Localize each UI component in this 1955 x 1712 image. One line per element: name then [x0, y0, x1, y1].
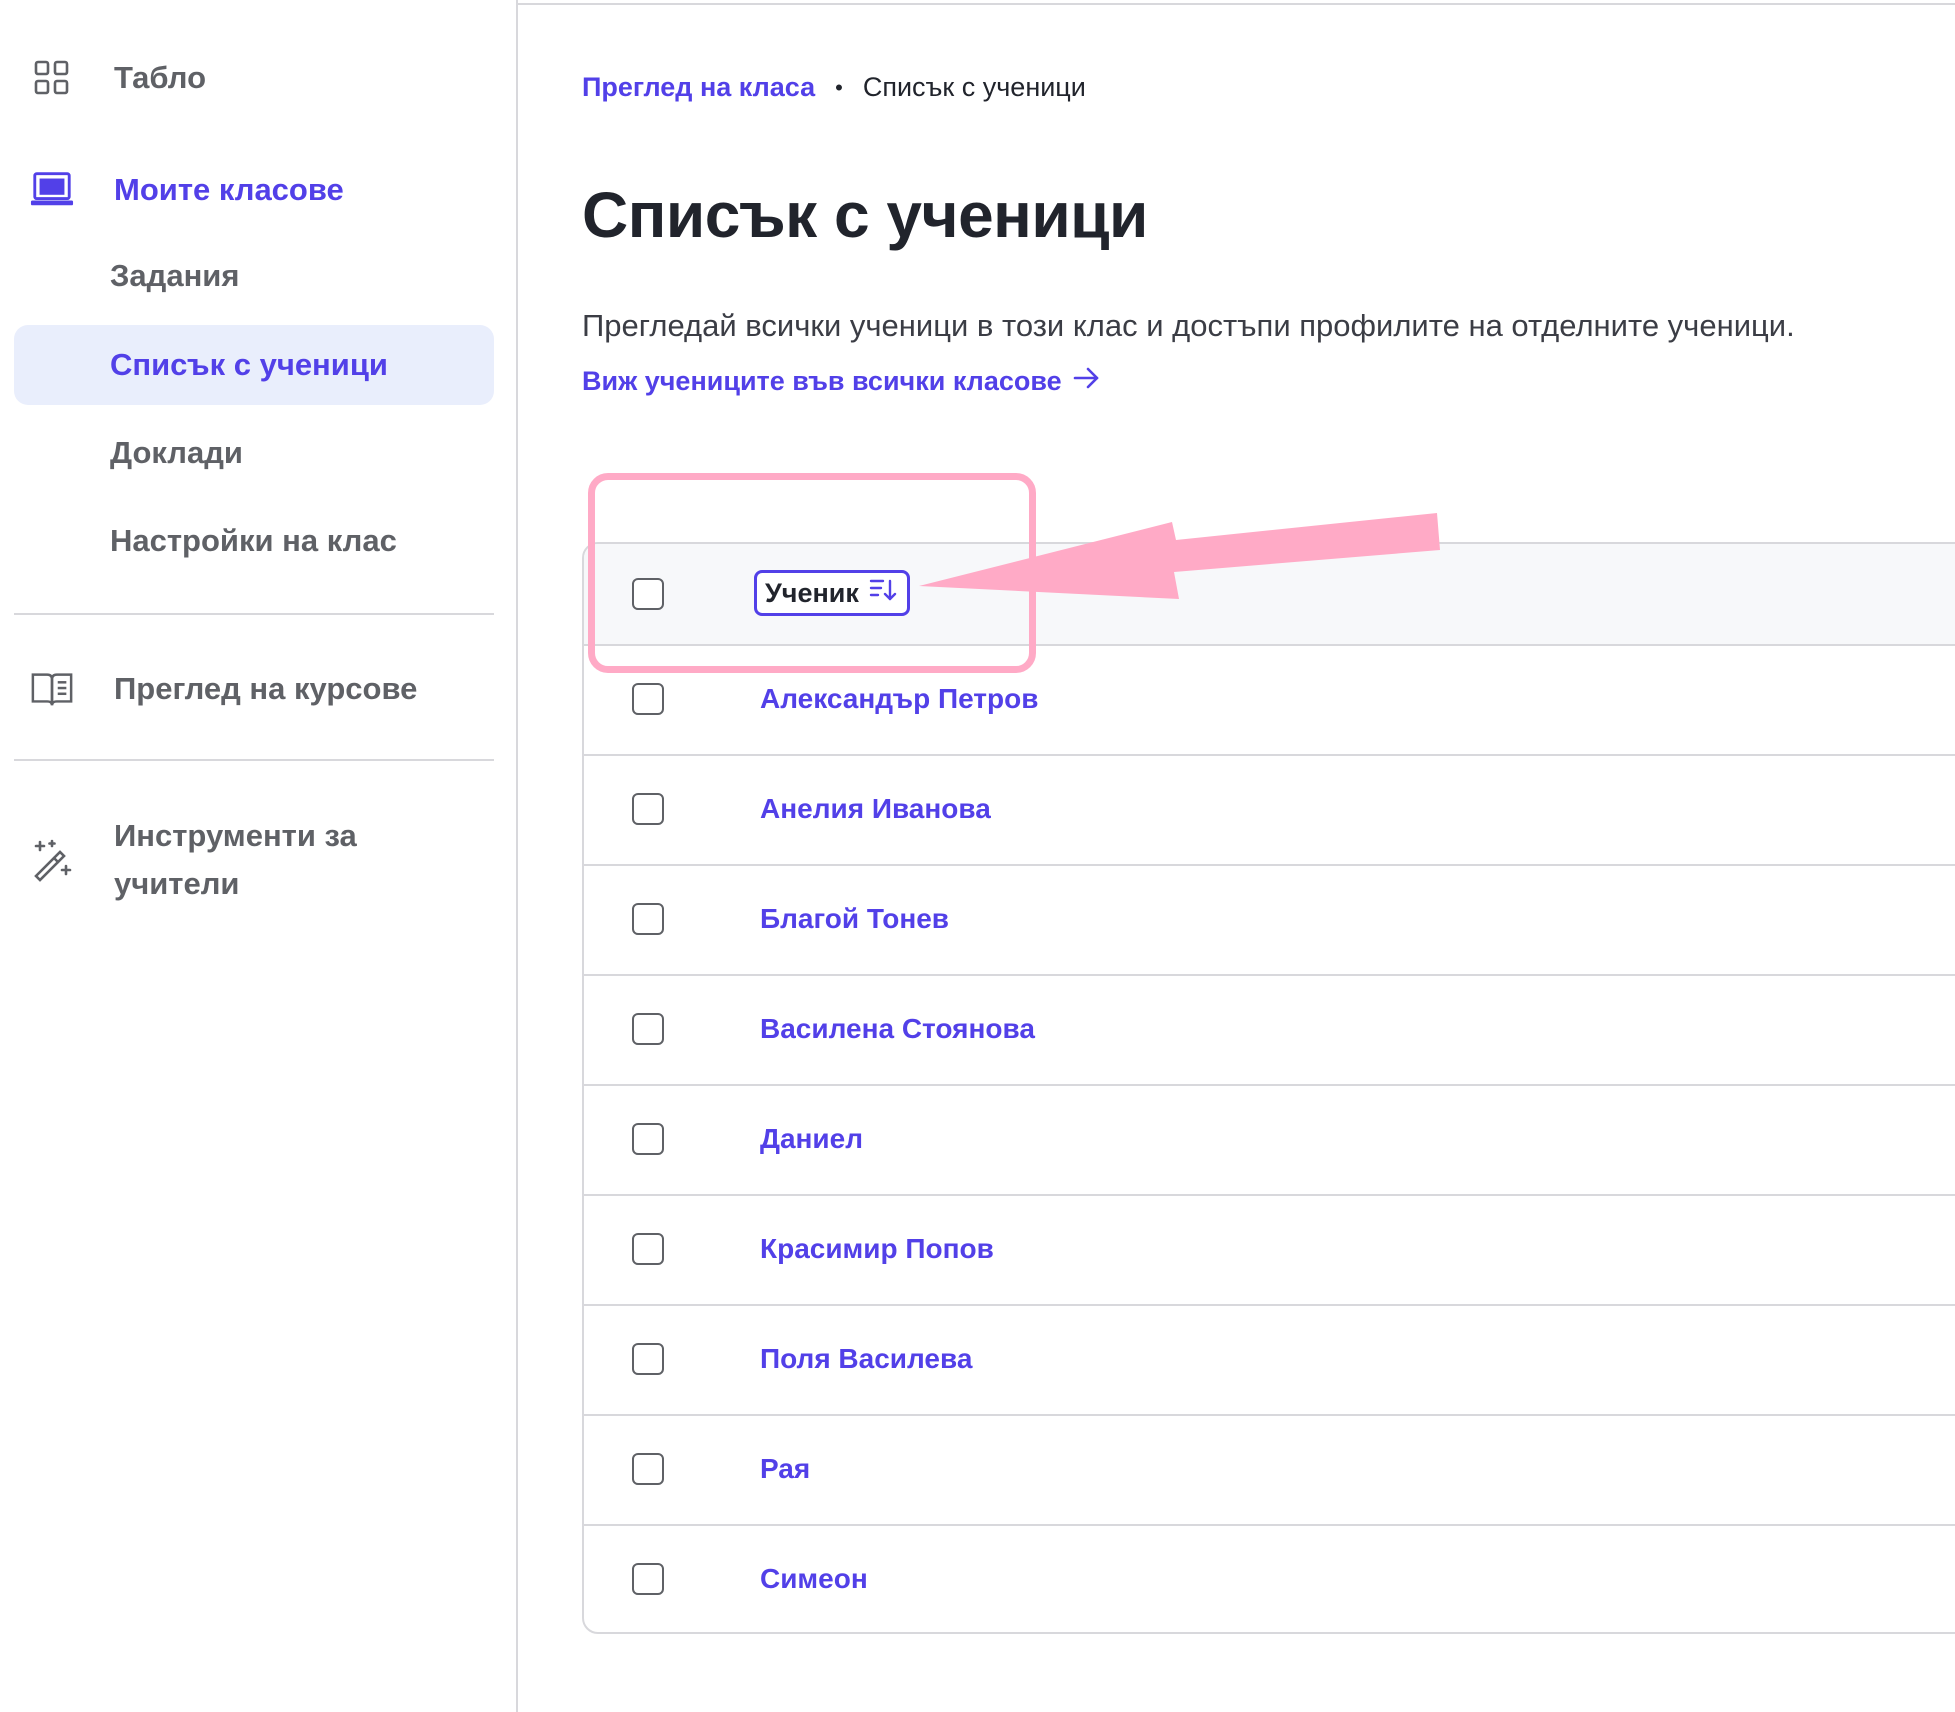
nav-teacher-tools-label-line2: учители: [114, 866, 240, 901]
arrow-right-icon: [1072, 365, 1102, 398]
row-checkbox[interactable]: [632, 793, 664, 825]
row-checkbox[interactable]: [632, 903, 664, 935]
row-checkbox[interactable]: [632, 1453, 664, 1485]
sort-by-student-button[interactable]: Ученик: [754, 570, 910, 616]
breadcrumb: Преглед на класа • Списък с ученици: [582, 72, 1086, 103]
student-column-header: Ученик: [765, 577, 859, 608]
row-checkbox[interactable]: [632, 1563, 664, 1595]
nav-my-classes[interactable]: Моите класове: [0, 168, 480, 212]
row-checkbox[interactable]: [632, 1343, 664, 1375]
row-checkbox[interactable]: [632, 1233, 664, 1265]
sidebar-item-label: Настройки на клас: [110, 523, 397, 558]
nav-dashboard-label: Табло: [114, 60, 207, 95]
row-checkbox[interactable]: [632, 1013, 664, 1045]
student-name-link[interactable]: Рая: [760, 1453, 810, 1485]
table-row: Рая: [584, 1414, 1955, 1526]
sidebar-item-label: Доклади: [110, 435, 243, 470]
table-row: Василена Стоянова: [584, 974, 1955, 1086]
row-checkbox[interactable]: [632, 683, 664, 715]
sidebar-item-reports[interactable]: Доклади: [14, 413, 494, 493]
table-header: Ученик: [584, 544, 1955, 646]
student-name-link[interactable]: Симеон: [760, 1563, 868, 1595]
book-icon: [30, 667, 74, 711]
view-all-classes-label: Виж учениците във всички класове: [582, 366, 1062, 396]
sidebar-item-class-settings[interactable]: Настройки на клас: [14, 501, 494, 581]
magic-wand-icon: [30, 838, 74, 882]
nav-my-classes-label: Моите класове: [114, 172, 344, 207]
student-name-link[interactable]: Благой Тонев: [760, 903, 949, 935]
student-name-link[interactable]: Анелия Иванова: [760, 793, 991, 825]
breadcrumb-current: Списък с ученици: [862, 72, 1086, 102]
table-row: Александър Петров: [584, 644, 1955, 756]
select-all-checkbox[interactable]: [632, 578, 664, 610]
nav-courses[interactable]: Преглед на курсове: [0, 667, 480, 711]
table-row: Даниел: [584, 1084, 1955, 1196]
nav-teacher-tools[interactable]: Инструменти за учители: [0, 812, 480, 908]
breadcrumb-class-overview-link[interactable]: Преглед на класа: [582, 72, 815, 103]
sidebar: Табло Моите класове Задания Списък с уче…: [0, 0, 518, 1712]
table-row: Симеон: [584, 1524, 1955, 1632]
sidebar-divider: [14, 759, 494, 761]
student-table: Ученик Александър Петров Анелия Иванова Бл…: [582, 542, 1955, 1634]
student-name-link[interactable]: Даниел: [760, 1123, 863, 1155]
sidebar-item-assignments[interactable]: Задания: [14, 236, 494, 316]
page-title: Списък с ученици: [582, 179, 1148, 251]
table-row: Благой Тонев: [584, 864, 1955, 976]
sidebar-item-label: Задания: [110, 258, 240, 293]
nav-teacher-tools-label-line1: Инструменти за: [114, 818, 357, 853]
student-name-link[interactable]: Красимир Попов: [760, 1233, 994, 1265]
nav-teacher-tools-label: Инструменти за учители: [114, 812, 357, 908]
breadcrumb-separator: •: [835, 74, 843, 100]
nav-dashboard[interactable]: Табло: [0, 56, 480, 100]
grid-icon: [30, 56, 74, 100]
sidebar-divider: [14, 613, 494, 615]
sidebar-item-student-list[interactable]: Списък с ученици: [14, 325, 494, 405]
table-row: Анелия Иванова: [584, 754, 1955, 866]
nav-courses-label: Преглед на курсове: [114, 671, 418, 706]
row-checkbox[interactable]: [632, 1123, 664, 1155]
student-name-link[interactable]: Василена Стоянова: [760, 1013, 1035, 1045]
classroom-icon: [30, 168, 74, 212]
student-name-link[interactable]: Александър Петров: [760, 683, 1038, 715]
student-name-link[interactable]: Поля Василева: [760, 1343, 972, 1375]
sidebar-item-label: Списък с ученици: [110, 347, 388, 382]
table-row: Поля Василева: [584, 1304, 1955, 1416]
table-row: Красимир Попов: [584, 1194, 1955, 1306]
page-description: Прегледай всички ученици в този клас и д…: [582, 308, 1795, 343]
top-divider: [518, 3, 1955, 5]
view-all-classes-link[interactable]: Виж учениците във всички класове: [582, 365, 1102, 398]
sort-descending-icon: [869, 577, 897, 610]
main-content: Преглед на класа • Списък с ученици Спис…: [518, 0, 1955, 1712]
